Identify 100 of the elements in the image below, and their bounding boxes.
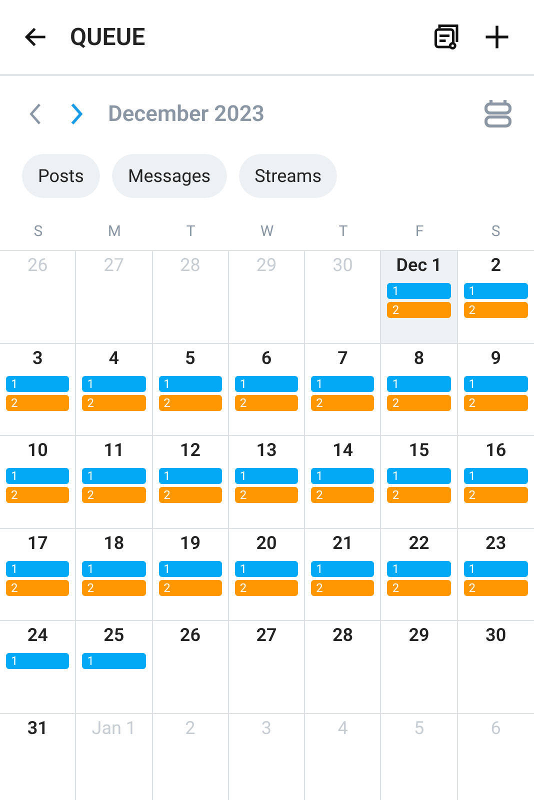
day-cell[interactable]: 26 bbox=[0, 251, 76, 344]
event-bar[interactable]: 1 bbox=[82, 560, 146, 576]
event-bar[interactable]: 2 bbox=[387, 487, 451, 503]
event-bar[interactable]: 1 bbox=[311, 560, 374, 576]
event-bar[interactable]: 1 bbox=[464, 468, 528, 484]
event-bar[interactable]: 1 bbox=[6, 376, 70, 392]
day-cell[interactable]: 5 bbox=[381, 714, 458, 800]
event-bar[interactable]: 1 bbox=[234, 376, 298, 392]
event-bar[interactable]: 2 bbox=[158, 580, 222, 596]
day-cell[interactable]: 3 1 2 bbox=[0, 344, 76, 436]
day-cell[interactable]: 22 1 2 bbox=[381, 528, 458, 621]
event-bar[interactable]: 1 bbox=[82, 653, 146, 669]
day-cell[interactable]: 4 bbox=[305, 714, 382, 800]
event-bar[interactable]: 1 bbox=[158, 560, 222, 576]
day-cell[interactable]: 25 1 bbox=[76, 621, 153, 714]
filter-chip[interactable]: Messages bbox=[112, 154, 227, 198]
event-bar[interactable]: 2 bbox=[234, 394, 298, 410]
day-cell[interactable]: 31 bbox=[0, 714, 76, 800]
event-bar[interactable]: 2 bbox=[464, 302, 528, 318]
day-cell[interactable]: 2 1 2 bbox=[458, 251, 534, 344]
event-bar[interactable]: 2 bbox=[82, 487, 146, 503]
event-bar[interactable]: 2 bbox=[464, 580, 528, 596]
day-cell[interactable]: 20 1 2 bbox=[228, 528, 306, 621]
event-bar[interactable]: 1 bbox=[311, 376, 374, 392]
day-cell[interactable]: 29 bbox=[228, 251, 306, 344]
event-bar[interactable]: 1 bbox=[387, 376, 451, 392]
month-title: December 2023 bbox=[108, 102, 266, 126]
day-cell[interactable]: 6 bbox=[458, 714, 534, 800]
day-cell[interactable]: 27 bbox=[228, 621, 306, 714]
event-bar[interactable]: 1 bbox=[387, 560, 451, 576]
event-bar[interactable]: 2 bbox=[464, 487, 528, 503]
event-bar[interactable]: 1 bbox=[234, 560, 298, 576]
day-cell[interactable]: 23 1 2 bbox=[458, 528, 534, 621]
day-cell[interactable]: 7 1 2 bbox=[305, 344, 382, 436]
event-bar[interactable]: 1 bbox=[311, 468, 374, 484]
day-cell[interactable]: 24 1 bbox=[0, 621, 76, 714]
event-bar[interactable]: 2 bbox=[82, 394, 146, 410]
event-bar[interactable]: 2 bbox=[387, 302, 451, 318]
day-cell[interactable]: 30 bbox=[458, 621, 534, 714]
day-number: Jan 1 bbox=[92, 718, 136, 740]
event-bar[interactable]: 2 bbox=[387, 394, 451, 410]
day-cell[interactable]: 28 bbox=[152, 251, 229, 344]
day-cell[interactable]: 15 1 2 bbox=[381, 436, 458, 528]
day-cell[interactable]: 26 bbox=[152, 621, 229, 714]
event-bar[interactable]: 1 bbox=[464, 283, 528, 299]
day-cell[interactable]: 21 1 2 bbox=[305, 528, 382, 621]
event-bar[interactable]: 1 bbox=[464, 560, 528, 576]
view-toggle-button[interactable] bbox=[484, 98, 512, 130]
event-bar[interactable]: 2 bbox=[158, 487, 222, 503]
day-cell[interactable]: 2 bbox=[152, 714, 229, 800]
day-cell[interactable]: 6 1 2 bbox=[228, 344, 306, 436]
event-bar[interactable]: 1 bbox=[6, 560, 70, 576]
day-cell[interactable]: 19 1 2 bbox=[152, 528, 229, 621]
event-bar[interactable]: 1 bbox=[6, 468, 70, 484]
weekday-label: F bbox=[415, 222, 424, 240]
event-bar[interactable]: 2 bbox=[6, 487, 70, 503]
event-bar[interactable]: 1 bbox=[464, 376, 528, 392]
day-cell[interactable]: 28 bbox=[305, 621, 382, 714]
day-cell[interactable]: 17 1 2 bbox=[0, 528, 76, 621]
event-bar[interactable]: 2 bbox=[311, 580, 374, 596]
event-bar[interactable]: 2 bbox=[387, 580, 451, 596]
day-cell[interactable]: 5 1 2 bbox=[152, 344, 229, 436]
event-bar[interactable]: 2 bbox=[82, 580, 146, 596]
filter-chip[interactable]: Posts bbox=[22, 154, 100, 198]
event-bar[interactable]: 2 bbox=[311, 487, 374, 503]
event-bar[interactable]: 2 bbox=[234, 487, 298, 503]
event-bar[interactable]: 2 bbox=[311, 394, 374, 410]
day-cell[interactable]: Dec 1 1 2 bbox=[381, 251, 458, 344]
event-bar[interactable]: 2 bbox=[158, 394, 222, 410]
day-cell[interactable]: 29 bbox=[381, 621, 458, 714]
day-cell[interactable]: 18 1 2 bbox=[76, 528, 153, 621]
event-bar[interactable]: 1 bbox=[158, 376, 222, 392]
event-bar[interactable]: 2 bbox=[234, 580, 298, 596]
day-cell[interactable]: 13 1 2 bbox=[228, 436, 306, 528]
event-bar[interactable]: 1 bbox=[387, 468, 451, 484]
day-cell[interactable]: 9 1 2 bbox=[458, 344, 534, 436]
day-number: 20 bbox=[256, 532, 277, 554]
day-number: 3 bbox=[261, 718, 272, 740]
filter-chip[interactable]: Streams bbox=[238, 154, 338, 198]
day-cell[interactable]: 8 1 2 bbox=[381, 344, 458, 436]
day-cell[interactable]: 3 bbox=[228, 714, 306, 800]
day-cell[interactable]: 12 1 2 bbox=[152, 436, 229, 528]
event-bar[interactable]: 1 bbox=[6, 653, 70, 669]
event-bar[interactable]: 2 bbox=[6, 580, 70, 596]
day-cell[interactable]: 14 1 2 bbox=[305, 436, 382, 528]
day-cell[interactable]: 11 1 2 bbox=[76, 436, 153, 528]
event-bar[interactable]: 2 bbox=[6, 394, 70, 410]
event-bar[interactable]: 1 bbox=[387, 283, 451, 299]
event-bar[interactable]: 2 bbox=[464, 394, 528, 410]
day-cell[interactable]: 4 1 2 bbox=[76, 344, 153, 436]
day-number: 30 bbox=[332, 255, 353, 277]
day-number: 5 bbox=[185, 348, 196, 370]
day-cell[interactable]: 16 1 2 bbox=[458, 436, 534, 528]
event-bar[interactable]: 1 bbox=[158, 468, 222, 484]
event-bar[interactable]: 1 bbox=[82, 376, 146, 392]
day-cell[interactable]: 10 1 2 bbox=[0, 436, 76, 528]
day-cell[interactable]: Jan 1 bbox=[76, 714, 153, 800]
event-bar[interactable]: 1 bbox=[234, 468, 298, 484]
day-cell[interactable]: 27 bbox=[76, 251, 153, 344]
event-bar[interactable]: 1 bbox=[82, 468, 146, 484]
